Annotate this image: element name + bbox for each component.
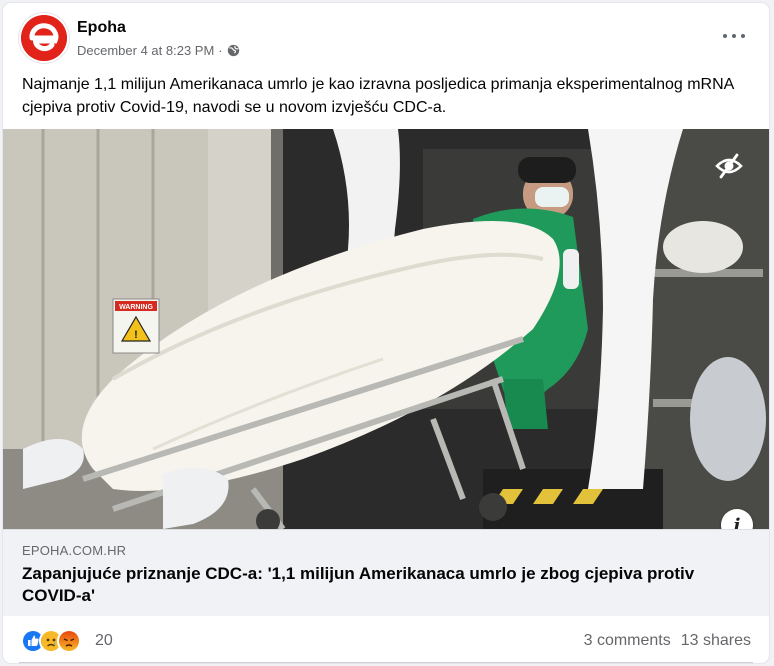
post-header: Epoha December 4 at 8:23 PM · bbox=[3, 3, 769, 69]
post-stats: 3 comments 13 shares bbox=[584, 632, 751, 650]
comments-count[interactable]: 3 comments bbox=[584, 632, 671, 650]
engagement-bar: 20 3 comments 13 shares bbox=[3, 615, 769, 663]
warning-sign-text: WARNING bbox=[119, 304, 153, 311]
shares-count[interactable]: 13 shares bbox=[681, 632, 751, 650]
angry-icon bbox=[57, 629, 81, 653]
post-card: Epoha December 4 at 8:23 PM · Najmanje 1… bbox=[3, 3, 769, 663]
post-timestamp[interactable]: December 4 at 8:23 PM bbox=[77, 43, 214, 58]
hospital-photo: WARNING ! bbox=[3, 129, 769, 529]
post-message: Najmanje 1,1 milijun Amerikanaca umrlo j… bbox=[22, 76, 734, 116]
link-preview[interactable]: EPOHA.COM.HR Zapanjujuće priznanje CDC-a… bbox=[3, 529, 769, 616]
avatar[interactable] bbox=[21, 15, 67, 61]
eye-slash-icon[interactable] bbox=[715, 153, 743, 179]
link-domain: EPOHA.COM.HR bbox=[22, 543, 127, 558]
epoha-logo bbox=[21, 15, 67, 61]
svg-text:!: ! bbox=[134, 329, 138, 341]
more-options-icon[interactable] bbox=[723, 31, 745, 41]
page-name-link[interactable]: Epoha bbox=[77, 19, 126, 37]
meta-separator: · bbox=[218, 43, 223, 58]
post-meta: December 4 at 8:23 PM · bbox=[77, 43, 240, 58]
globe-icon bbox=[227, 44, 240, 57]
reaction-count[interactable]: 20 bbox=[95, 632, 113, 650]
post-image[interactable]: WARNING ! i bbox=[3, 129, 769, 529]
reaction-icons[interactable] bbox=[21, 629, 81, 653]
footer-divider bbox=[19, 662, 753, 663]
link-title[interactable]: Zapanjujuće priznanje CDC-a: '1,1 miliju… bbox=[22, 563, 742, 607]
